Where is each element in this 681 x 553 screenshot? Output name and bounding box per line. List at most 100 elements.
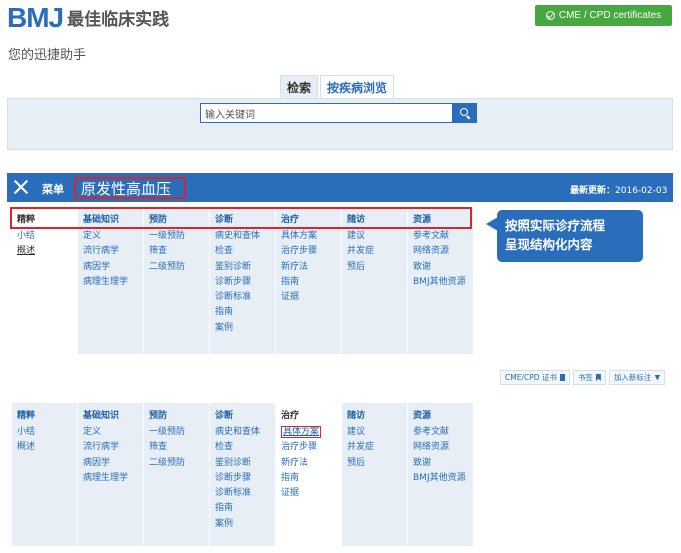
nav-link[interactable]: 概述 bbox=[12, 440, 77, 455]
nav-link-label: 具体方案 bbox=[281, 426, 322, 438]
nav-link[interactable]: 检查 bbox=[210, 440, 275, 455]
nav-column-header[interactable]: 随访 bbox=[342, 207, 407, 229]
nav-link[interactable]: 诊断步骤 bbox=[210, 471, 275, 486]
nav-link[interactable]: 指南 bbox=[210, 501, 275, 516]
nav-link[interactable]: 病史和查体 bbox=[210, 425, 275, 440]
tab-search[interactable]: 检索 bbox=[280, 75, 319, 98]
nav-link-label: 鉴别诊断 bbox=[215, 457, 252, 468]
nav-link[interactable]: 流行病学 bbox=[78, 440, 143, 455]
nav-link-label: 病理生理学 bbox=[83, 472, 129, 483]
nav-link[interactable]: 病理生理学 bbox=[78, 275, 143, 290]
nav-link[interactable]: 致谢 bbox=[408, 456, 473, 471]
nav-link[interactable]: 建议 bbox=[342, 229, 407, 244]
nav-link[interactable]: 指南 bbox=[210, 305, 275, 320]
nav-column-header[interactable]: 诊断 bbox=[210, 207, 275, 229]
nav-link[interactable]: 筛查 bbox=[144, 244, 209, 259]
nav-link-label: 治疗步骤 bbox=[281, 442, 318, 453]
brand-name: 最佳临床实践 bbox=[67, 10, 170, 30]
document-icon bbox=[559, 374, 565, 381]
nav-link[interactable]: 证据 bbox=[276, 290, 341, 305]
nav-column-header[interactable]: 治疗 bbox=[276, 207, 341, 229]
menu-label[interactable]: 菜单 bbox=[42, 181, 64, 197]
nav-link-label: 病史和查体 bbox=[215, 231, 261, 241]
nav-link[interactable]: 小结 bbox=[12, 425, 77, 440]
nav-link[interactable]: 参考文献 bbox=[408, 425, 473, 440]
nav-link[interactable]: 预后 bbox=[342, 456, 407, 471]
nav-link-label: BMJ其他资源 bbox=[413, 276, 466, 287]
nav-link[interactable]: 检查 bbox=[210, 244, 275, 259]
nav-link[interactable]: 案例 bbox=[210, 321, 275, 336]
nav-link[interactable]: 一级预防 bbox=[144, 425, 209, 440]
nav-column-header[interactable]: 资源 bbox=[408, 207, 473, 229]
nav-link[interactable]: 流行病学 bbox=[78, 244, 143, 259]
nav-link[interactable]: 诊断标准 bbox=[210, 290, 275, 305]
nav-link[interactable]: 并发症 bbox=[342, 440, 407, 455]
nav-link[interactable]: 筛查 bbox=[144, 440, 209, 455]
nav-column-header[interactable]: 诊断 bbox=[210, 403, 275, 425]
nav-column-header[interactable]: 预防 bbox=[144, 403, 209, 425]
nav-column-header[interactable]: 精粹 bbox=[12, 207, 77, 229]
search-input[interactable]: 输入关键词 bbox=[200, 103, 453, 123]
nav-link[interactable]: 预后 bbox=[342, 260, 407, 275]
nav-link[interactable]: 并发症 bbox=[342, 244, 407, 259]
nav-link-label: 筛查 bbox=[149, 442, 168, 453]
callout-line-1: 按照实际诊疗流程 bbox=[505, 218, 606, 233]
nav-link[interactable]: 指南 bbox=[276, 275, 341, 290]
search-button[interactable] bbox=[453, 103, 477, 123]
nav-link-label: 概述 bbox=[17, 246, 36, 257]
cme-certificate-button[interactable]: CME/CPD 证书 bbox=[500, 370, 570, 385]
nav-link[interactable]: 病史和查体 bbox=[210, 229, 275, 244]
nav-link[interactable]: 定义 bbox=[78, 229, 143, 244]
add-note-button[interactable]: 加入新标注 bbox=[608, 370, 666, 385]
nav-link-label: 证据 bbox=[281, 488, 300, 499]
nav-link[interactable]: 治疗步骤 bbox=[276, 244, 341, 259]
nav-link[interactable]: 二级预防 bbox=[144, 456, 209, 471]
nav-link[interactable]: 建议 bbox=[342, 425, 407, 440]
nav-link[interactable]: BMJ其他资源 bbox=[408, 471, 473, 486]
nav-column-header[interactable]: 治疗 bbox=[276, 403, 341, 425]
nav-link[interactable]: 病因学 bbox=[78, 260, 143, 275]
nav-link[interactable]: 鉴别诊断 bbox=[210, 260, 275, 275]
nav-link[interactable]: 诊断标准 bbox=[210, 486, 275, 501]
nav-link[interactable]: 定义 bbox=[78, 425, 143, 440]
nav-link[interactable]: 小结 bbox=[12, 229, 77, 244]
nav-link[interactable]: 具体方案 bbox=[276, 425, 341, 440]
nav-link[interactable]: 指南 bbox=[276, 471, 341, 486]
bmj-logo[interactable]: BMJ 最佳临床实践 bbox=[7, 4, 169, 32]
nav-link[interactable]: 新疗法 bbox=[276, 260, 341, 275]
cme-certificate-label: CME/CPD 证书 bbox=[505, 373, 557, 382]
nav-link[interactable]: 病因学 bbox=[78, 456, 143, 471]
nav-link-label: 病理生理学 bbox=[83, 276, 129, 287]
nav-link[interactable]: 病理生理学 bbox=[78, 471, 143, 486]
nav-link[interactable]: 治疗步骤 bbox=[276, 440, 341, 455]
nav-link[interactable]: 网络资源 bbox=[408, 244, 473, 259]
nav-link[interactable]: 证据 bbox=[276, 486, 341, 501]
search-tabs: 检索 按疾病浏览 bbox=[280, 75, 395, 98]
nav-link[interactable]: BMJ其他资源 bbox=[408, 275, 473, 290]
nav-column-header[interactable]: 基础知识 bbox=[78, 207, 143, 229]
nav-link[interactable]: 诊断步骤 bbox=[210, 275, 275, 290]
nav-column-header[interactable]: 预防 bbox=[144, 207, 209, 229]
tab-browse-by-disease[interactable]: 按疾病浏览 bbox=[320, 75, 395, 98]
nav-column-header[interactable]: 资源 bbox=[408, 403, 473, 425]
nav-link[interactable]: 具体方案 bbox=[276, 229, 341, 244]
nav-link[interactable]: 新疗法 bbox=[276, 456, 341, 471]
cme-certificates-button[interactable]: CME / CPD certificates bbox=[535, 5, 672, 26]
nav-link[interactable]: 案例 bbox=[210, 517, 275, 532]
nav-link-label: 新疗法 bbox=[281, 457, 309, 468]
last-updated-date: 2016-02-03 bbox=[615, 186, 668, 196]
nav-link[interactable]: 一级预防 bbox=[144, 229, 209, 244]
nav-link-label: 指南 bbox=[215, 503, 234, 514]
nav-link[interactable]: 致谢 bbox=[408, 260, 473, 275]
nav-column: 随访 建议 并发症 预后 bbox=[342, 207, 408, 354]
bookmark-button[interactable]: 书签 bbox=[572, 370, 606, 385]
close-icon[interactable] bbox=[12, 178, 30, 196]
nav-link[interactable]: 鉴别诊断 bbox=[210, 456, 275, 471]
nav-column-header[interactable]: 基础知识 bbox=[78, 403, 143, 425]
nav-link[interactable]: 参考文献 bbox=[408, 229, 473, 244]
nav-link[interactable]: 二级预防 bbox=[144, 260, 209, 275]
nav-column-header[interactable]: 精粹 bbox=[12, 403, 77, 425]
nav-link[interactable]: 网络资源 bbox=[408, 440, 473, 455]
nav-column-header[interactable]: 随访 bbox=[342, 403, 407, 425]
nav-link[interactable]: 概述 bbox=[12, 244, 77, 259]
